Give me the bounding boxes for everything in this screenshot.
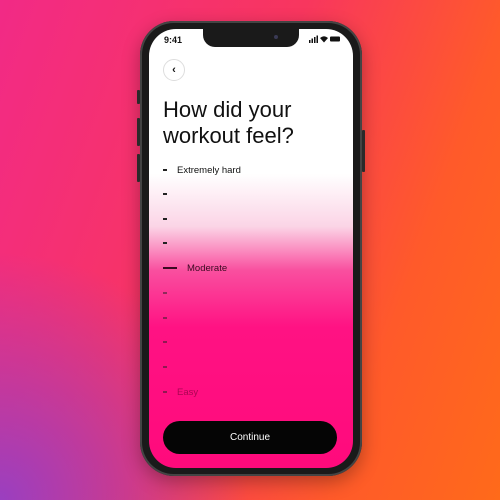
tick-mark [163,169,167,171]
tick-mark [163,341,167,343]
scale-option[interactable] [163,213,167,225]
scale-label: Easy [177,386,199,398]
scale-option[interactable]: Moderate [163,262,227,274]
phone-silent-switch [137,90,140,104]
continue-label: Continue [229,432,271,443]
status-time: 9:41 [164,35,183,45]
status-icons [309,35,341,45]
tick-mark [163,391,167,393]
tick-mark [163,292,167,294]
scale-label: Extremely hard [177,164,241,176]
camera-icon [274,35,278,39]
scale-option[interactable] [163,188,167,200]
tick-mark [163,242,167,244]
continue-button[interactable]: Continue [163,421,337,454]
phone-power-button [362,130,365,172]
phone-volume-down [137,154,140,182]
chevron-left-icon: ‹ [172,64,176,76]
tick-mark [163,218,167,220]
scale-label: Moderate [187,262,228,274]
scale-option[interactable] [163,312,167,324]
tick-mark [163,317,167,319]
notch [203,29,299,47]
scale-option[interactable] [163,237,167,249]
signal-wifi-battery-icon [309,35,340,43]
tick-mark [163,193,167,195]
scale-option[interactable] [163,287,167,299]
back-button[interactable]: ‹ [163,59,185,81]
scale-option[interactable]: Extremely hard [163,164,241,176]
phone-screen: 9:41 ‹ How did your workout feel? Extrem… [149,29,353,468]
tick-mark [163,267,177,269]
phone-volume-up [137,118,140,146]
scale-option[interactable] [163,336,167,348]
scale-option[interactable] [163,361,167,373]
page-title: How did your workout feel? [163,97,294,148]
tick-mark [163,366,167,368]
scale-option[interactable]: Easy [163,386,198,398]
